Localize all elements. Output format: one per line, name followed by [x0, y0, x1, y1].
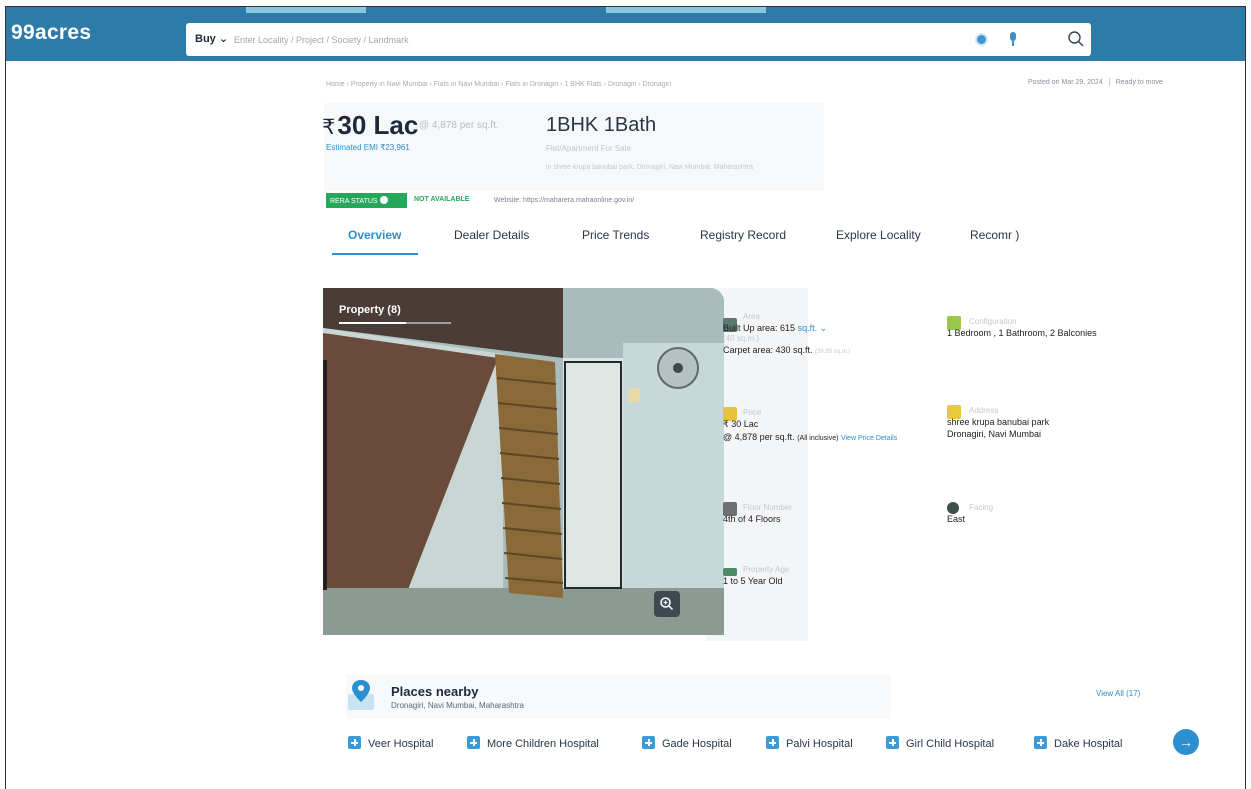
price-inclusive-note: (All inclusive): [797, 435, 839, 442]
listing-price: ₹30 Lac: [322, 110, 418, 141]
top-navbar: 99acres Buy ⌄: [6, 7, 1245, 61]
photo-count-label: Property (8): [339, 304, 401, 316]
price-detail-per-sqft: @ 4,878 per sq.ft.: [723, 432, 795, 442]
tab-price-trends[interactable]: Price Trends: [582, 228, 649, 242]
posted-date: Posted on Mar 29, 2024: [1028, 78, 1103, 86]
address-line2: Dronagiri, Navi Mumbai: [947, 429, 1042, 439]
configuration-label: Configuration: [969, 317, 1017, 326]
tab-registry-record[interactable]: Registry Record: [700, 228, 786, 242]
map-pin-icon: [348, 680, 374, 710]
place-chip[interactable]: More Children Hospital: [467, 736, 599, 750]
tab-dealer-details[interactable]: Dealer Details: [454, 228, 529, 242]
rera-website[interactable]: Website: https://maharera.mahaonline.gov…: [494, 197, 634, 204]
ready-status: Ready to move: [1115, 78, 1163, 86]
hospital-icon: [467, 736, 480, 749]
property-age-detail: Property Age 1 to 5 Year Old: [723, 565, 789, 586]
facing-detail: Facing East: [947, 503, 993, 524]
place-chip[interactable]: Veer Hospital: [348, 736, 433, 750]
area-unit-dropdown[interactable]: sq.ft. ⌄: [798, 323, 828, 333]
posted-info: Posted on Mar 29, 2024 Ready to move: [1028, 78, 1163, 86]
page-frame: 99acres Buy ⌄ Home › Property in Navi Mu…: [5, 6, 1246, 789]
configuration-detail: Configuration 1 Bedroom , 1 Bathroom, 2 …: [947, 317, 1227, 338]
configuration-value: 1 Bedroom , 1 Bathroom, 2 Balconies: [947, 328, 1097, 338]
tab-overview[interactable]: Overview: [348, 228, 401, 242]
search-bar: Buy ⌄: [186, 23, 1091, 56]
hospital-icon: [642, 736, 655, 749]
tab-explore-locality[interactable]: Explore Locality: [836, 228, 921, 242]
place-chip[interactable]: Dake Hospital: [1034, 736, 1122, 750]
photo-progress: [339, 322, 451, 324]
site-logo[interactable]: 99acres: [11, 21, 91, 45]
search-input[interactable]: [234, 31, 934, 48]
property-age-label: Property Age: [743, 565, 790, 574]
places-nearby-title: Places nearby: [391, 684, 479, 699]
facing-label: Facing: [969, 503, 994, 512]
microphone-icon[interactable]: [1009, 32, 1017, 46]
price-value: 30 Lac: [337, 110, 419, 140]
listing-title: 1BHK 1Bath: [546, 114, 657, 136]
area-detail: Area Built Up area: 615 sq.ft. ⌄ (40 sq.…: [723, 312, 923, 355]
address-detail: Address shree krupa banubai park Dronagi…: [947, 406, 1049, 439]
room-photo-image: [323, 288, 724, 635]
address-line1: shree krupa banubai park: [947, 417, 1050, 427]
property-photo[interactable]: Property (8): [323, 288, 724, 635]
hospital-icon: [348, 736, 361, 749]
rera-value: NOT AVAILABLE: [414, 196, 470, 203]
hospital-icon: [766, 736, 779, 749]
info-icon[interactable]: [379, 196, 388, 204]
address-label: Address: [969, 406, 999, 415]
view-all-link[interactable]: View All (17): [1096, 689, 1140, 698]
listing-address-line: in shree krupa banubai park, Dronagiri, …: [546, 164, 753, 171]
price-detail-value: ₹ 30 Lac: [723, 419, 759, 429]
place-chip[interactable]: Gade Hospital: [642, 736, 732, 750]
hospital-icon: [886, 736, 899, 749]
price-per-sqft: @ 4,878 per sq.ft.: [419, 120, 499, 131]
place-chip[interactable]: Girl Child Hospital: [886, 736, 994, 750]
hospital-icon: [1034, 736, 1047, 749]
active-tab-indicator: [332, 253, 418, 255]
area-label: Area: [743, 312, 760, 321]
price-label: Price: [743, 408, 762, 417]
carpet-sqm-label: (40 sq.m.): [723, 334, 760, 343]
property-age-value: 1 to 5 Year Old: [723, 576, 783, 586]
view-price-details-link[interactable]: View Price Details: [841, 435, 897, 442]
buy-dropdown[interactable]: Buy ⌄: [195, 32, 228, 45]
built-up-area: Built Up area: 615: [723, 323, 796, 333]
breadcrumb[interactable]: Home › Property in Navi Mumbai › Flats i…: [326, 81, 836, 88]
floor-label: Floor Number: [743, 503, 792, 512]
section-tabs: Overview Dealer Details Price Trends Reg…: [326, 220, 1056, 256]
place-chip[interactable]: Palvi Hospital: [766, 736, 853, 750]
zoom-icon[interactable]: [654, 591, 680, 617]
price-detail: Price ₹ 30 Lac @ 4,878 per sq.ft. (All i…: [723, 408, 933, 442]
rupee-symbol: ₹: [322, 116, 336, 139]
carpet-area: Carpet area: 430 sq.ft.: [723, 345, 813, 355]
carpet-area-sqm: (39.95 sq.m.): [815, 349, 851, 355]
search-icon[interactable]: [1066, 29, 1086, 49]
estimated-emi-link[interactable]: Estimated EMI ₹23,961: [326, 143, 410, 152]
tab-recommendations[interactable]: Recomr ): [970, 228, 1019, 242]
listing-subtitle: Flat/Apartment For Sale: [546, 144, 631, 153]
facing-value: East: [947, 514, 966, 524]
floor-value: 4th of 4 Floors: [723, 514, 781, 524]
next-arrow-icon[interactable]: →: [1173, 729, 1199, 755]
location-icon[interactable]: [977, 35, 986, 44]
rera-status-badge[interactable]: RERA STATUS: [326, 193, 407, 208]
rera-label: RERA STATUS: [330, 198, 378, 205]
places-nearby-subtitle: Dronagiri, Navi Mumbai, Maharashtra: [391, 701, 524, 710]
floor-detail: Floor Number 4th of 4 Floors: [723, 503, 792, 524]
